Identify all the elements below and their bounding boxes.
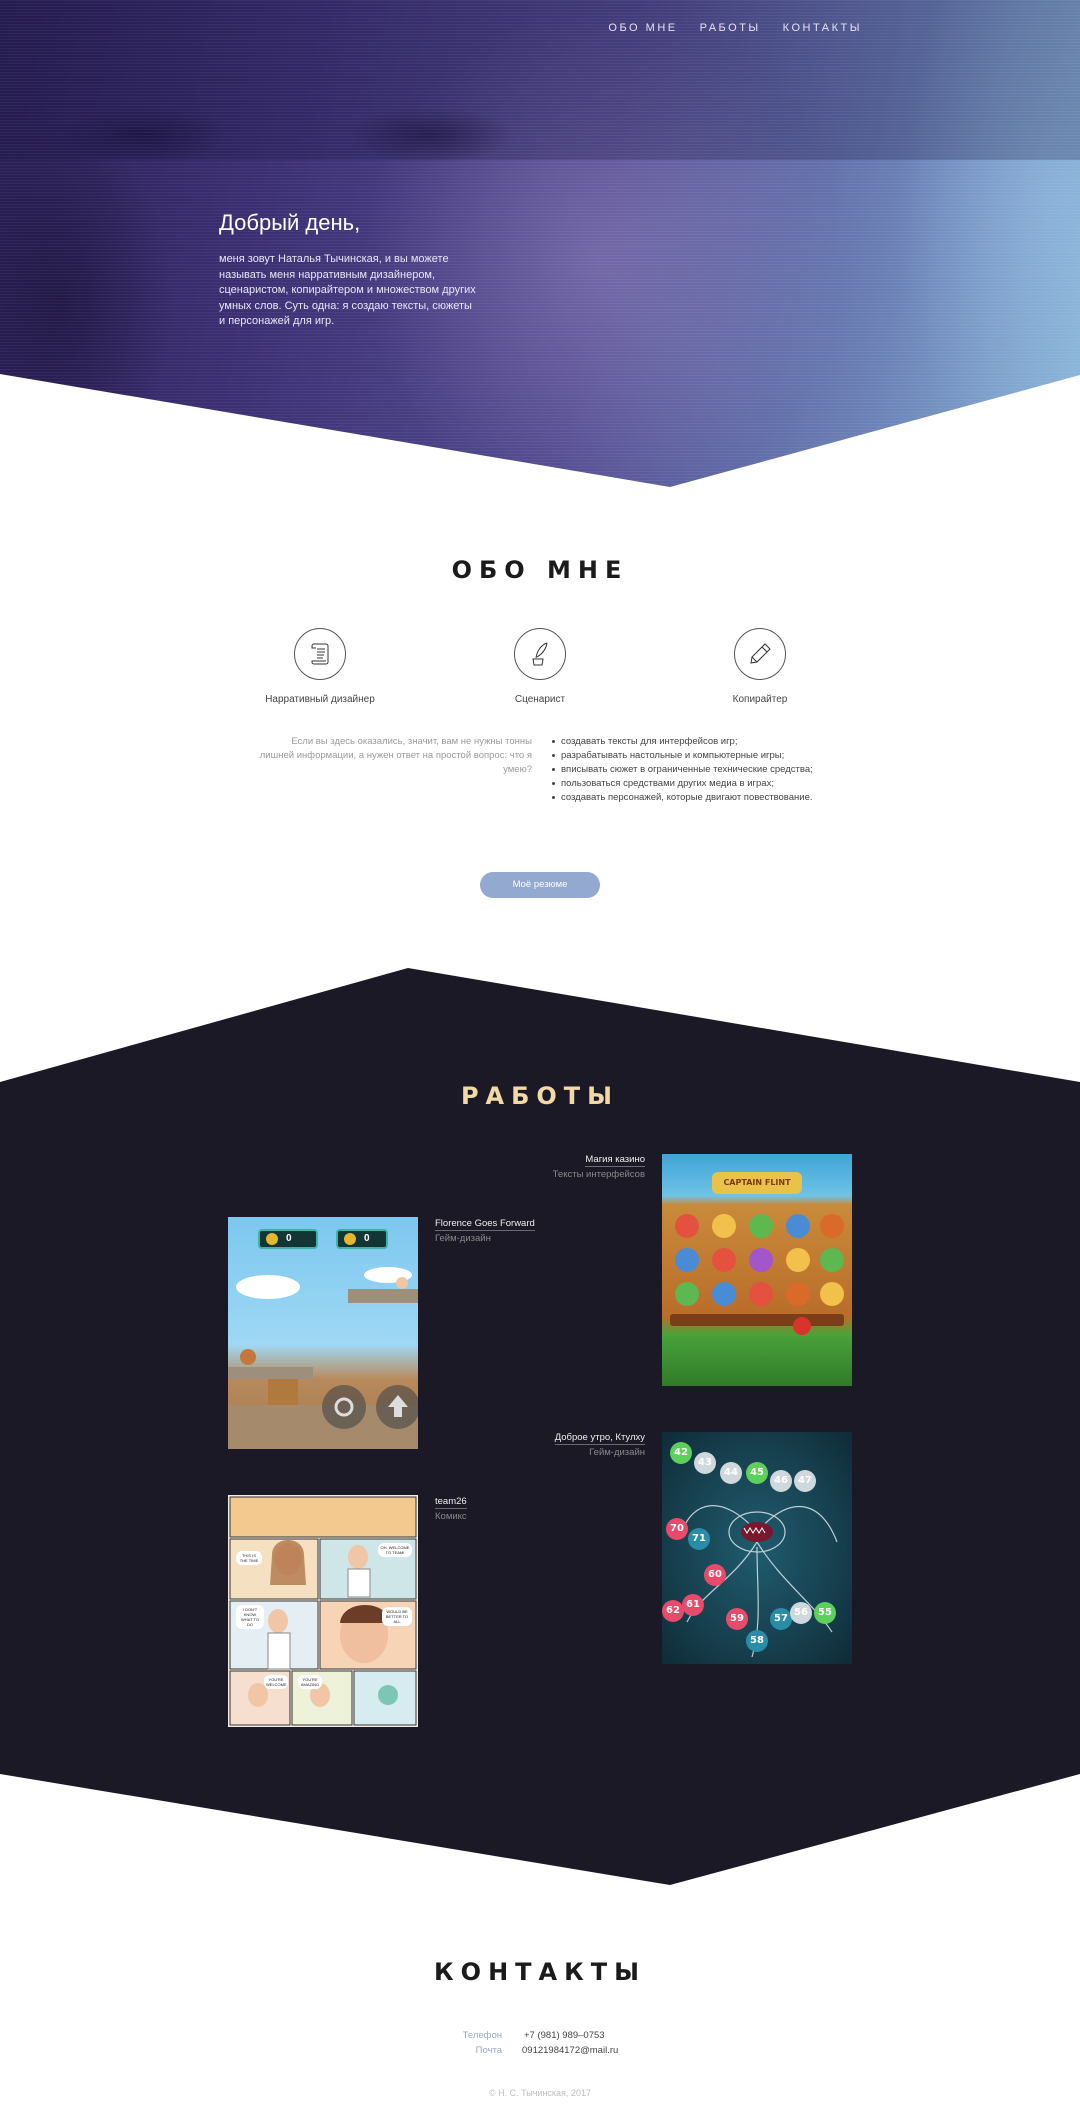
number-ball: 62: [662, 1600, 684, 1622]
work-title[interactable]: Florence Goes Forward: [435, 1218, 535, 1231]
number-ball: 44: [720, 1462, 742, 1484]
list-item: создавать тексты для интерфейсов игр;: [552, 735, 852, 749]
cthulhu-game-thumbnail[interactable]: 42 43 44 45 46 47 70 71 60 61 62 59 57 58 56 55: [662, 1432, 852, 1664]
number-ball: 43: [694, 1452, 716, 1474]
works-section-title: РАБОТЫ: [460, 1082, 620, 1110]
nav-link-works[interactable]: РАБОТЫ: [700, 22, 761, 34]
number-ball: 55: [814, 1602, 836, 1624]
email-label: Почта: [475, 2045, 502, 2056]
about-section-title: ОБО МНЕ: [451, 556, 629, 584]
scroll-icon: [294, 628, 346, 680]
number-ball: 56: [790, 1602, 812, 1624]
number-ball: 60: [704, 1564, 726, 1586]
quill-inkwell-icon: [514, 628, 566, 680]
speech-bubble: YOU'RE AMAZING: [298, 1675, 322, 1689]
slot-reels-graphic: [670, 1214, 844, 1335]
contacts-section-title: КОНТАКТЫ: [434, 1958, 646, 1986]
resume-button[interactable]: Моё резюме: [480, 872, 600, 898]
hero-scanlines: [0, 0, 1080, 487]
number-ball: 42: [670, 1442, 692, 1464]
speech-bubble: I DON'T KNOW WHAT TO DO: [236, 1605, 264, 1629]
list-item: вписывать сюжет в ограниченные техническ…: [552, 763, 852, 777]
skill-label: Нарративный дизайнер: [265, 694, 375, 705]
platformer-scene-graphic: [228, 1233, 418, 1449]
skill-narrative-designer: Нарративный дизайнер: [230, 628, 410, 705]
top-nav: ОБО МНЕ РАБОТЫ КОНТАКТЫ: [608, 22, 862, 34]
email-value[interactable]: 09121984172@mail.ru: [522, 2045, 618, 2056]
number-ball: 70: [666, 1518, 688, 1540]
hero-intro: Добрый день, меня зовут Наталья Тычинска…: [219, 210, 479, 330]
work-type: Гейм-дизайн: [435, 1233, 491, 1244]
comic-thumbnail[interactable]: THIS IS THE TIME OH, WELCOME TO TEAM! I …: [228, 1495, 418, 1727]
nav-link-about[interactable]: ОБО МНЕ: [608, 22, 677, 34]
phone-value[interactable]: +7 (981) 989–0753: [524, 2030, 605, 2041]
speech-bubble: OH, WELCOME TO TEAM!: [378, 1543, 412, 1557]
number-ball: 46: [770, 1470, 792, 1492]
number-ball: 61: [682, 1594, 704, 1616]
phone-label: Телефон: [462, 2030, 502, 2041]
list-item: создавать персонажей, которые двигают по…: [552, 791, 852, 805]
about-intro-text: Если вы здесь оказались, значит, вам не …: [259, 736, 532, 775]
hero-title: Добрый день,: [219, 210, 361, 235]
speech-bubble: YOU'RE WELCOME: [264, 1675, 288, 1689]
work-type: Гейм-дизайн: [589, 1447, 645, 1458]
number-ball: 71: [688, 1528, 710, 1550]
skill-scriptwriter: Сценарист: [450, 628, 630, 705]
work-title[interactable]: Магия казино: [585, 1154, 645, 1167]
skill-copywriter: Копирайтер: [670, 628, 850, 705]
number-ball: 59: [726, 1608, 748, 1630]
hero-section: [0, 0, 1080, 487]
number-ball: 57: [770, 1608, 792, 1630]
speech-bubble: WOULD BE BETTER TO ALL: [382, 1607, 412, 1626]
hero-description: меня зовут Наталья Тычинская, и вы может…: [219, 253, 476, 327]
work-type: Комикс: [435, 1511, 467, 1522]
list-item: разрабатывать настольные и компьютерные …: [552, 749, 852, 763]
skill-label: Копирайтер: [732, 694, 788, 705]
number-ball: 45: [746, 1462, 768, 1484]
pen-icon: [734, 628, 786, 680]
number-ball: 47: [794, 1470, 816, 1492]
number-ball: 58: [746, 1630, 768, 1652]
abilities-list: создавать тексты для интерфейсов игр; ра…: [552, 735, 852, 805]
casino-slot-thumbnail[interactable]: CAPTAIN FLINT: [662, 1154, 852, 1386]
speech-bubble: THIS IS THE TIME: [236, 1551, 262, 1565]
footer-copyright: © Н. С. Тычинская, 2017: [489, 2088, 591, 2098]
florence-game-thumbnail[interactable]: 0 0: [228, 1217, 418, 1449]
nav-link-contacts[interactable]: КОНТАКТЫ: [783, 22, 862, 34]
work-title[interactable]: Доброе утро, Ктулху: [554, 1432, 645, 1445]
skill-label: Сценарист: [514, 694, 566, 705]
work-title[interactable]: team26: [435, 1496, 467, 1509]
work-type: Тексты интерфейсов: [552, 1169, 645, 1180]
list-item: пользоваться средствами других медиа в и…: [552, 777, 852, 791]
